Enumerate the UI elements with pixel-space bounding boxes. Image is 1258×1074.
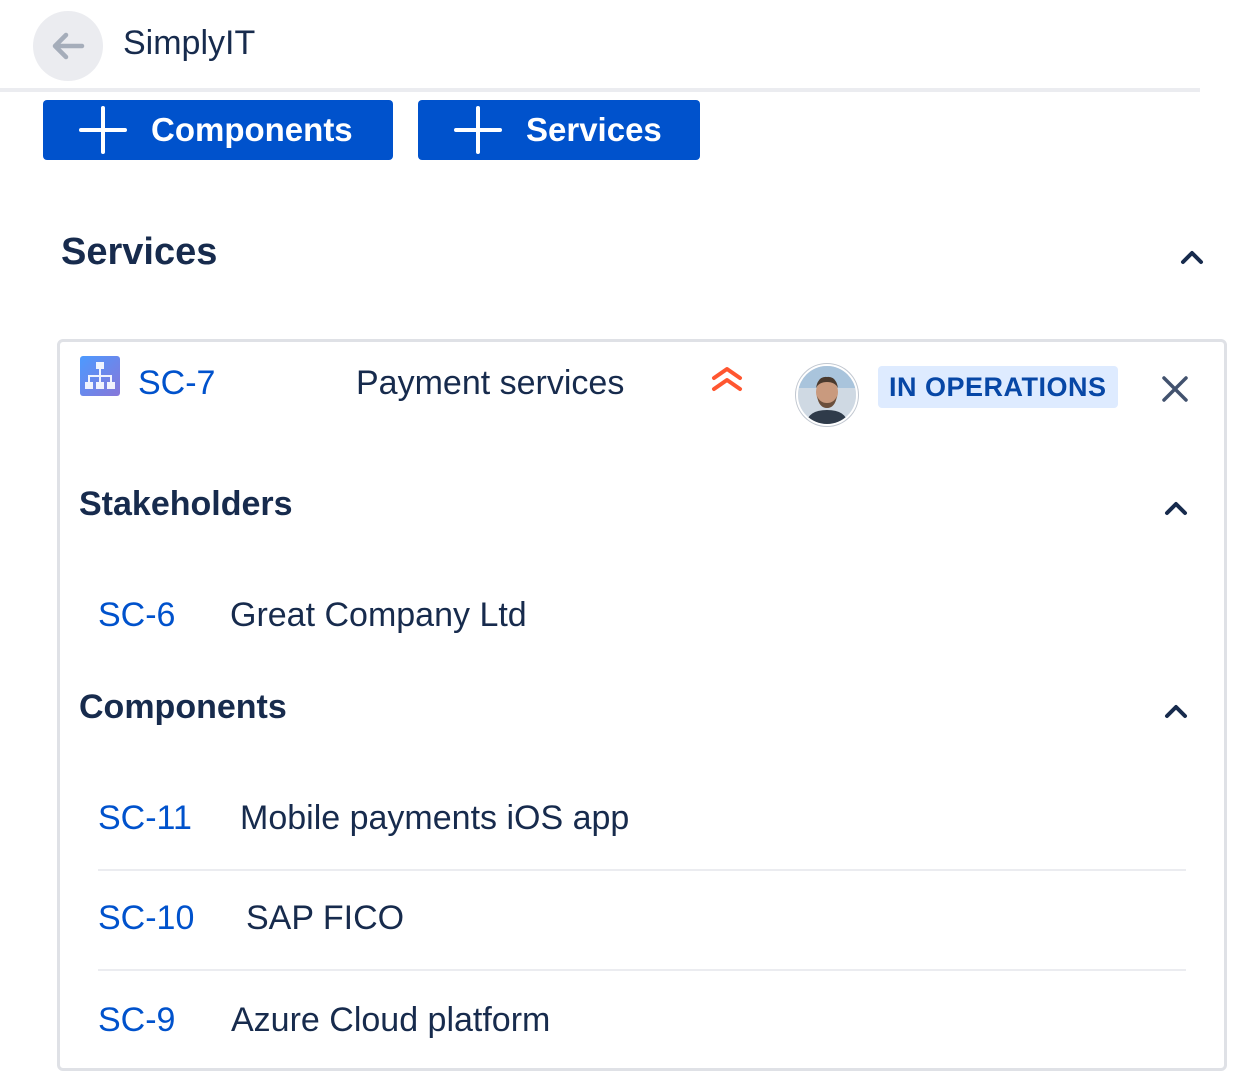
component-key-link[interactable]: SC-11 — [98, 799, 192, 838]
stakeholder-key-link[interactable]: SC-6 — [98, 596, 175, 635]
component-row[interactable]: SC-9 Azure Cloud platform — [98, 973, 1186, 1073]
component-key-link[interactable]: SC-9 — [98, 1001, 175, 1040]
service-card: SC-7 Payment services IN OPERATIONS Stak… — [57, 339, 1227, 1071]
service-name: Payment services — [356, 364, 625, 402]
chevron-up-icon[interactable] — [1163, 499, 1189, 517]
component-name: SAP FICO — [246, 899, 405, 937]
priority-highest-icon — [712, 367, 742, 391]
stakeholder-name: Great Company Ltd — [230, 596, 527, 634]
component-row[interactable]: SC-11 Mobile payments iOS app — [98, 771, 1186, 871]
app-title: SimplyIT — [123, 24, 256, 62]
assignee-avatar — [796, 364, 858, 426]
services-section-title: Services — [61, 231, 218, 273]
component-key-link[interactable]: SC-10 — [98, 899, 194, 938]
service-hierarchy-icon — [80, 356, 120, 396]
component-name: Azure Cloud platform — [231, 1001, 551, 1039]
chevron-up-icon[interactable] — [1179, 248, 1205, 266]
arrow-left-icon — [52, 32, 85, 60]
status-badge: IN OPERATIONS — [878, 366, 1118, 408]
component-name: Mobile payments iOS app — [240, 799, 630, 837]
stakeholder-row[interactable]: SC-6 Great Company Ltd — [98, 568, 1186, 668]
add-services-button[interactable]: Services — [418, 100, 700, 160]
stakeholders-title: Stakeholders — [79, 485, 293, 523]
back-button[interactable] — [33, 11, 103, 81]
add-services-label: Services — [526, 111, 662, 148]
header: SimplyIT — [0, 0, 1200, 92]
component-row[interactable]: SC-10 SAP FICO — [98, 871, 1186, 971]
components-title: Components — [79, 688, 287, 726]
plus-icon — [79, 106, 127, 154]
plus-icon — [454, 106, 502, 154]
add-components-button[interactable]: Components — [43, 100, 393, 160]
service-key-link[interactable]: SC-7 — [138, 364, 215, 403]
chevron-up-icon[interactable] — [1163, 702, 1189, 720]
page: SimplyIT Components Services Services SC… — [0, 0, 1258, 1074]
add-components-label: Components — [151, 111, 353, 148]
close-icon[interactable] — [1158, 372, 1192, 406]
